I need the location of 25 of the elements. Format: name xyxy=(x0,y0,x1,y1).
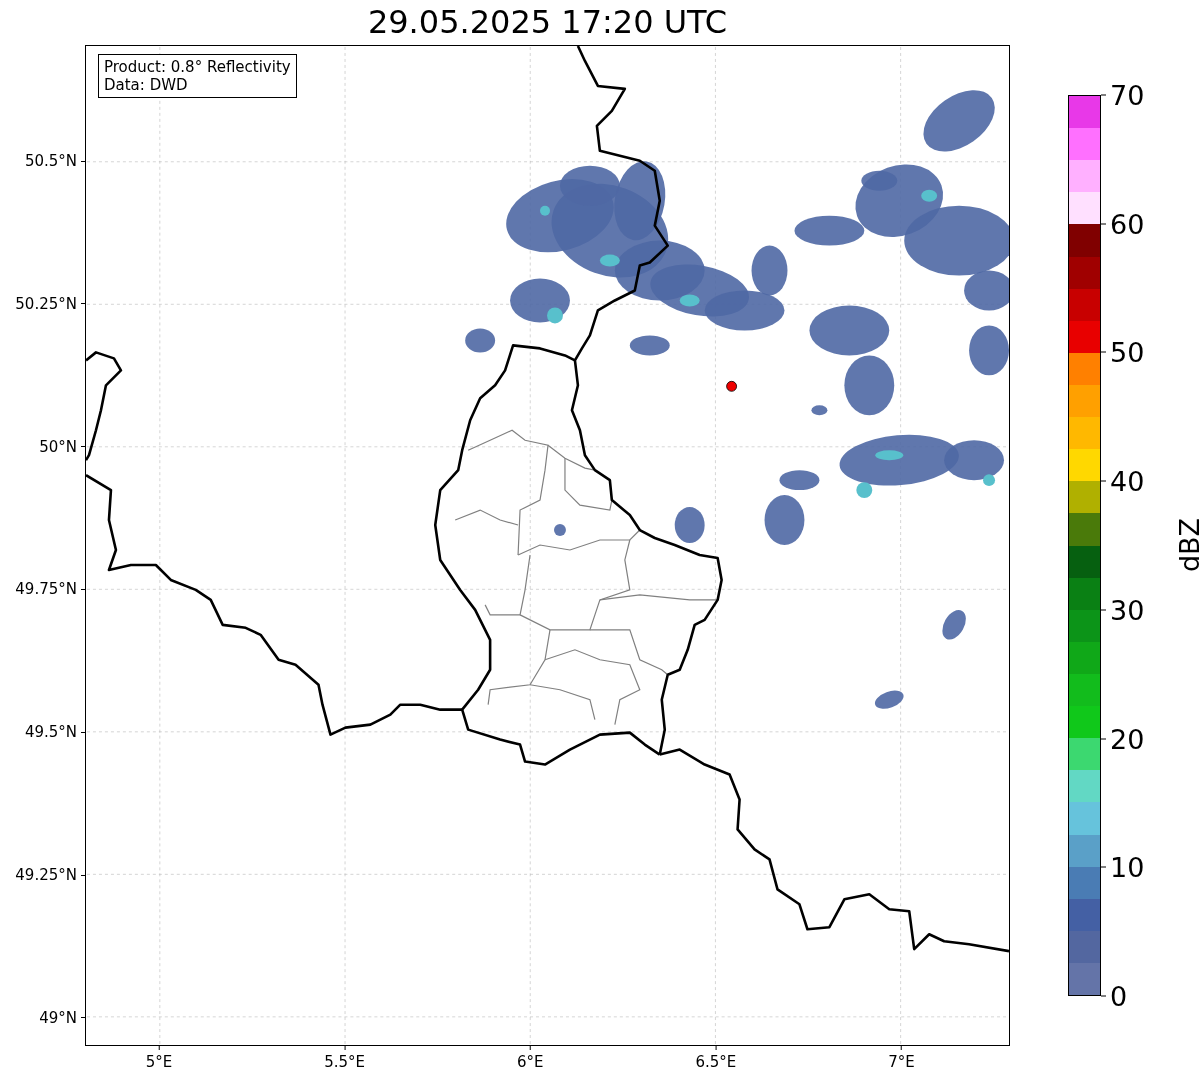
latitude-label: 50°N xyxy=(39,437,77,456)
colorbar-value-label: 70 xyxy=(1110,79,1145,111)
colorbar-value-label: 20 xyxy=(1110,723,1145,755)
info-text: Data: DWD xyxy=(104,76,189,94)
colorbar-value-label: 30 xyxy=(1110,594,1145,626)
longitude-label: 7°E xyxy=(888,1053,915,1071)
colorbar-value-label: 10 xyxy=(1110,851,1145,883)
chart-title: 29.05.2025 17:20 UTC xyxy=(367,2,728,43)
longitude-label: 5.5°E xyxy=(324,1053,365,1071)
latitude-label: 49.25°N xyxy=(15,866,77,884)
location-marker xyxy=(726,380,737,392)
colorbar-value-label: 50 xyxy=(1110,336,1145,368)
colorbar-value-label: 40 xyxy=(1110,465,1145,497)
latitude-label: 49.5°N xyxy=(24,723,77,742)
latitude-label: 50.5°N xyxy=(24,152,77,170)
longitude-label: 6.5°E xyxy=(695,1053,737,1071)
longitude-label: 5°E xyxy=(145,1053,173,1071)
longitude-label: 6°E xyxy=(516,1053,544,1071)
info-text: Product: 0.8° Reflectivity xyxy=(104,58,291,76)
colorbar-value-label: 60 xyxy=(1110,208,1145,240)
colorbar-unit-label: dBZ xyxy=(1173,517,1202,573)
latitude-label: 49.75°N xyxy=(15,580,77,599)
latitude-label: 49°N xyxy=(39,1008,77,1027)
latitude-label: 50.25°N xyxy=(15,294,77,313)
colorbar-value-label: 0 xyxy=(1110,980,1128,1012)
